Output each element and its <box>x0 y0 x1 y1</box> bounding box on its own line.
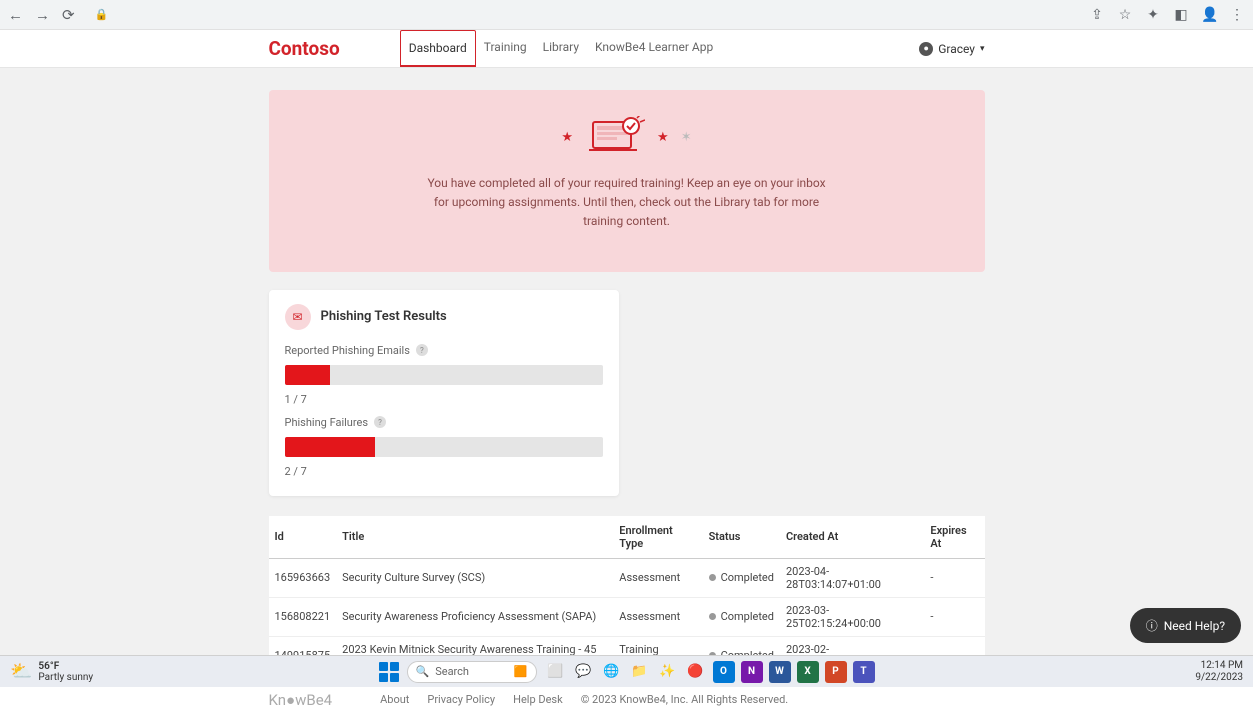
tab-training[interactable]: Training <box>476 30 535 67</box>
cell-title: Security Culture Survey (SCS) <box>336 558 613 597</box>
back-button[interactable]: ← <box>8 6 23 24</box>
clock-time: 12:14 PM <box>1195 660 1243 672</box>
chrome-icon[interactable]: 🔴 <box>685 661 707 683</box>
chevron-down-icon: ▾ <box>980 44 985 54</box>
cell-created: 2023-03-25T02:15:24+00:00 <box>780 597 924 636</box>
col-enrollment-type[interactable]: Enrollment Type <box>613 516 702 559</box>
table-row[interactable]: 165963663 Security Culture Survey (SCS) … <box>269 558 985 597</box>
training-history-table: Id Title Enrollment Type Status Created … <box>269 516 985 676</box>
copilot-icon[interactable]: ✨ <box>657 661 679 683</box>
footer-link-privacy[interactable]: Privacy Policy <box>427 693 495 706</box>
address-bar[interactable]: 🔒 <box>85 4 1079 26</box>
outlook-icon[interactable]: O <box>713 661 735 683</box>
user-menu[interactable]: ● Gracey ▾ <box>919 42 984 56</box>
failures-value: 2 / 7 <box>285 465 603 478</box>
taskbar-search[interactable]: 🔍 Search 🟧 <box>407 661 537 683</box>
phishing-results-card: ✉ Phishing Test Results Reported Phishin… <box>269 290 619 496</box>
chat-icon[interactable]: 💬 <box>573 661 595 683</box>
windows-taskbar: ⛅ 56°F Partly sunny 🔍 Search 🟧 ⬜ 💬 🌐 📁 ✨… <box>0 655 1253 687</box>
footer-link-helpdesk[interactable]: Help Desk <box>513 693 563 706</box>
onenote-icon[interactable]: N <box>741 661 763 683</box>
laptop-check-icon <box>585 116 645 158</box>
completion-banner: ★ ★ ✶ You have completed all of your req… <box>269 90 985 272</box>
help-icon[interactable]: ? <box>374 416 386 428</box>
sparkle-icon: ✶ <box>681 130 692 145</box>
edge-icon[interactable]: 🌐 <box>601 661 623 683</box>
user-icon: ● <box>919 42 933 56</box>
reported-progress-bar <box>285 365 603 385</box>
footer-logo: Kn●wBe4 <box>269 691 333 709</box>
cell-expires: - <box>924 558 984 597</box>
reported-value: 1 / 7 <box>285 393 603 406</box>
share-icon[interactable]: ⇪ <box>1089 7 1105 23</box>
col-expires-at[interactable]: Expires At <box>924 516 984 559</box>
cell-status: Completed <box>703 558 780 597</box>
search-badge-icon: 🟧 <box>514 665 528 678</box>
footer-link-about[interactable]: About <box>380 693 409 706</box>
panel-icon[interactable]: ◧ <box>1173 7 1189 23</box>
table-row[interactable]: 156808221 Security Awareness Proficiency… <box>269 597 985 636</box>
clock-date: 9/22/2023 <box>1195 672 1243 684</box>
info-icon: ⓘ <box>1146 617 1158 634</box>
cell-id: 165963663 <box>269 558 337 597</box>
cell-title: Security Awareness Proficiency Assessmen… <box>336 597 613 636</box>
nav-tabs: Dashboard Training Library KnowBe4 Learn… <box>400 30 722 67</box>
cell-type: Assessment <box>613 597 702 636</box>
user-name: Gracey <box>938 42 975 56</box>
status-dot-icon <box>709 613 716 620</box>
search-icon: 🔍 <box>416 665 430 678</box>
profile-icon[interactable]: 👤 <box>1201 7 1217 23</box>
lock-icon: 🔒 <box>95 8 109 21</box>
system-clock[interactable]: 12:14 PM 9/22/2023 <box>1195 660 1243 684</box>
need-help-button[interactable]: ⓘ Need Help? <box>1130 608 1241 643</box>
teams-icon[interactable]: T <box>853 661 875 683</box>
word-icon[interactable]: W <box>769 661 791 683</box>
weather-icon: ⛅ <box>10 662 32 682</box>
browser-toolbar: ← → ⟳ 🔒 ⇪ ☆ ✦ ◧ 👤 ⋮ <box>0 0 1253 30</box>
powerpoint-icon[interactable]: P <box>825 661 847 683</box>
logo[interactable]: Contoso <box>269 37 340 60</box>
taskview-icon[interactable]: ⬜ <box>545 661 567 683</box>
col-status[interactable]: Status <box>703 516 780 559</box>
explorer-icon[interactable]: 📁 <box>629 661 651 683</box>
cell-expires: - <box>924 597 984 636</box>
weather-temp: 56°F <box>38 661 93 672</box>
col-id[interactable]: Id <box>269 516 337 559</box>
footer-copyright: © 2023 KnowBe4, Inc. All Rights Reserved… <box>581 693 789 706</box>
star-icon[interactable]: ☆ <box>1117 7 1133 23</box>
cell-id: 156808221 <box>269 597 337 636</box>
app-header: Contoso Dashboard Training Library KnowB… <box>0 30 1253 68</box>
cell-status: Completed <box>703 597 780 636</box>
cell-type: Assessment <box>613 558 702 597</box>
weather-desc: Partly sunny <box>38 672 93 683</box>
card-title: Phishing Test Results <box>321 309 447 324</box>
need-help-label: Need Help? <box>1164 619 1225 633</box>
banner-illustration: ★ ★ ✶ <box>319 116 935 158</box>
page-body: ★ ★ ✶ You have completed all of your req… <box>0 68 1253 676</box>
forward-button[interactable]: → <box>35 6 50 24</box>
star-icon: ★ <box>561 130 573 145</box>
reported-label: Reported Phishing Emails <box>285 344 410 357</box>
extensions-icon[interactable]: ✦ <box>1145 7 1161 23</box>
failures-progress-bar <box>285 437 603 457</box>
tab-learner-app[interactable]: KnowBe4 Learner App <box>587 30 721 67</box>
envelope-icon: ✉ <box>285 304 311 330</box>
table-header-row: Id Title Enrollment Type Status Created … <box>269 516 985 559</box>
weather-widget[interactable]: ⛅ 56°F Partly sunny <box>10 661 93 683</box>
help-icon[interactable]: ? <box>416 344 428 356</box>
tab-dashboard[interactable]: Dashboard <box>400 30 476 67</box>
reload-button[interactable]: ⟳ <box>62 6 75 24</box>
col-title[interactable]: Title <box>336 516 613 559</box>
excel-icon[interactable]: X <box>797 661 819 683</box>
col-created-at[interactable]: Created At <box>780 516 924 559</box>
menu-icon[interactable]: ⋮ <box>1229 7 1245 23</box>
status-dot-icon <box>709 574 716 581</box>
banner-text: You have completed all of your required … <box>427 174 827 232</box>
search-placeholder: Search <box>435 665 469 678</box>
star-icon: ★ <box>657 130 669 145</box>
cell-created: 2023-04-28T03:14:07+01:00 <box>780 558 924 597</box>
tab-library[interactable]: Library <box>535 30 587 67</box>
start-button[interactable] <box>379 662 399 682</box>
failures-label: Phishing Failures <box>285 416 369 429</box>
